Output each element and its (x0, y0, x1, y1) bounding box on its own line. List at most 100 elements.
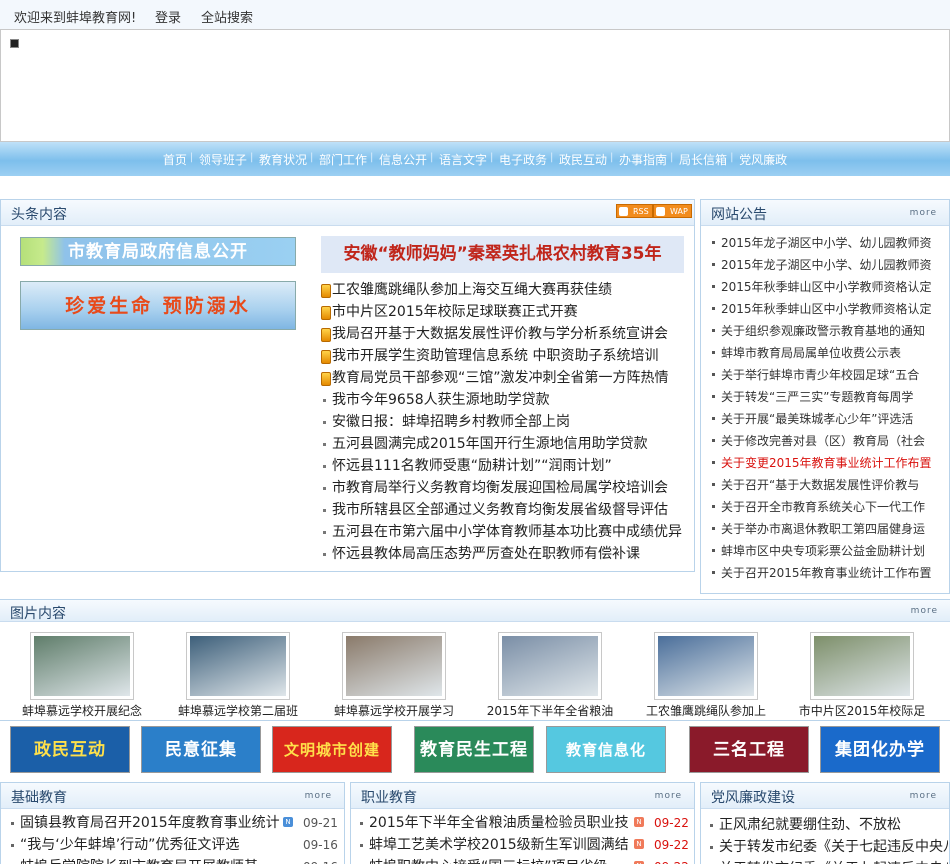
picture-thumbnail[interactable] (654, 632, 758, 700)
notice-item[interactable]: 2015年龙子湖区中小学、幼儿园教师资 (710, 254, 932, 276)
headline-news-item[interactable]: 怀远县教体局高压态势严厉查处在职教师有偿补课 (320, 543, 682, 565)
notice-list: 2015年龙子湖区中小学、幼儿园教师资 2015年龙子湖区中小学、幼儿园教师资 20… (710, 232, 932, 584)
basic-list-item[interactable]: “我与‘少年蚌埠’行动”优秀征文评选 09-16 (9, 834, 339, 856)
nav-item[interactable]: 信息公开 (370, 151, 433, 168)
ad-banner[interactable]: 三名工程 (689, 726, 809, 773)
picture-thumbnail[interactable] (810, 632, 914, 700)
vocational-item-text[interactable]: 2015年下半年全省粮油质量检验员职业技 (369, 812, 631, 834)
ad-banner[interactable]: 教育民生工程 (414, 726, 534, 773)
picture-thumbnail[interactable] (498, 632, 602, 700)
picture-image (658, 636, 754, 696)
party-list-item[interactable]: 正风肃纪就要绷住劲、不放松 (708, 814, 948, 836)
notice-item[interactable]: 2015年秋季蚌山区中小学教师资格认定 (710, 276, 932, 298)
headline-news-item[interactable]: 市教育局举行义务教育均衡发展迎国检局属学校培训会 (320, 477, 682, 499)
rss-icon[interactable]: RSS (616, 204, 653, 218)
nav-item[interactable]: 党风廉政 (730, 151, 793, 168)
vocational-list-item[interactable]: 蚌埠职教中心接受“国三标校”项目省级N09-22 (358, 856, 690, 864)
ad-banner[interactable]: 集团化办学 (820, 726, 940, 773)
vocational-item-date: 09-22 (654, 816, 689, 830)
headline-news-item[interactable]: 我市所辖县区全部通过义务教育均衡发展省级督导评估 (320, 499, 682, 521)
party-list-item[interactable]: 关于转发市纪委《关于七起违反中央八 (708, 858, 948, 864)
vocational-education-header: 职业教育 more (351, 783, 694, 809)
picture-caption[interactable]: 工农雏鹰跳绳队参加上 (626, 702, 786, 719)
gov-info-banner[interactable]: 市教育局政府信息公开 (20, 237, 296, 266)
notice-item[interactable]: 关于修改完善对县（区）教育局（社会 (710, 430, 932, 452)
site-search-link[interactable]: 全站搜索 (201, 7, 253, 26)
basic-item-text[interactable]: 固镇县教育局召开2015年度教育事业统计 (20, 812, 280, 834)
ad-banner[interactable]: 政民互动 (10, 726, 130, 773)
page: { "topbar": { "welcome": "欢迎来到蚌埠教育网!", "… (0, 0, 950, 864)
picture-thumbnail[interactable] (30, 632, 134, 700)
picture-caption[interactable]: 2015年下半年全省粮油 (470, 702, 630, 719)
party-item-text[interactable]: 正风肃纪就要绷住劲、不放松 (719, 817, 901, 833)
notice-item[interactable]: 蚌埠市教育局局属单位收费公示表 (710, 342, 932, 364)
notice-item[interactable]: 关于组织参观廉政警示教育基地的通知 (710, 320, 932, 342)
notice-item[interactable]: 关于召开2015年教育事业统计工作布置 (710, 562, 932, 584)
nav-item[interactable]: 电子政务 (490, 151, 553, 168)
headline-news-item[interactable]: 我局召开基于大数据发展性评价教与学分析系统宣讲会 (320, 323, 682, 345)
vocational-item-text[interactable]: 蚌埠职教中心接受“国三标校”项目省级 (369, 856, 631, 864)
ad-banner[interactable]: 民意征集 (141, 726, 261, 773)
nav-item[interactable]: 语言文字 (430, 151, 493, 168)
nav-item[interactable]: 教育状况 (250, 151, 313, 168)
party-item-text[interactable]: 关于转发市纪委《关于七起违反中央八 (719, 839, 948, 855)
headline-news-item[interactable]: 怀远县111名教师受惠“励耕计划”“润雨计划” (320, 455, 682, 477)
headline-news-item[interactable]: 工农雏鹰跳绳队参加上海交互绳大赛再获佳绩 (320, 279, 682, 301)
notice-item[interactable]: 关于召开“基于大数据发展性评价教与 (710, 474, 932, 496)
basic-item-date: 09-16 (303, 856, 338, 864)
notice-item[interactable]: 关于开展“最美珠城孝心少年”评选活 (710, 408, 932, 430)
notice-item[interactable]: 关于变更2015年教育事业统计工作布置 (710, 452, 932, 474)
basic-list-item[interactable]: 蚌埠兵学院院长到市教育局开展教师基 09-16 (9, 856, 339, 864)
notice-item[interactable]: 关于举行蚌埠市青少年校园足球“五合 (710, 364, 932, 386)
notice-item[interactable]: 关于举办市离退休教职工第四届健身运 (710, 518, 932, 540)
nav-item[interactable]: 领导班子 (190, 151, 253, 168)
vocational-list-item[interactable]: 2015年下半年全省粮油质量检验员职业技 N 09-22 (358, 812, 690, 834)
headline-news-item[interactable]: 安徽日报：蚌埠招聘乡村教师全部上岗 (320, 411, 682, 433)
party-conduct-more-link[interactable]: more (910, 791, 937, 801)
picture-caption[interactable]: 蚌埠慕远学校第二届班 (158, 702, 318, 719)
picture-caption[interactable]: 市中片区2015年校际足 (782, 702, 942, 719)
wap-icon[interactable]: WAP (653, 204, 692, 218)
notice-item[interactable]: 关于转发“三严三实”专题教育每周学 (710, 386, 932, 408)
headline-news-item[interactable]: 市中片区2015年校际足球联赛正式开赛 (320, 301, 682, 323)
top-story-link[interactable]: 安徽“教师妈妈”秦翠英扎根农村教育35年 (321, 236, 684, 273)
party-conduct-list: 正风肃纪就要绷住劲、不放松关于转发市纪委《关于七起违反中央八关于转发市纪委《关于… (708, 814, 948, 864)
basic-education-more-link[interactable]: more (305, 791, 332, 801)
login-link[interactable]: 登录 (155, 7, 181, 26)
picture-image (34, 636, 130, 696)
nav-item[interactable]: 部门工作 (310, 151, 373, 168)
party-list-item[interactable]: 关于转发市纪委《关于七起违反中央八 (708, 836, 948, 858)
picture-caption[interactable]: 蚌埠慕远学校开展纪念 (2, 702, 162, 719)
basic-list-item[interactable]: 固镇县教育局召开2015年度教育事业统计 N 09-21 (9, 812, 339, 834)
welcome-text: 欢迎来到蚌埠教育网! (14, 11, 137, 26)
nav-item[interactable]: 局长信箱 (670, 151, 733, 168)
headline-news-item[interactable]: 五河县在市第六届中小学体育教师基本功比赛中成绩优异 (320, 521, 682, 543)
notice-item[interactable]: 2015年秋季蚌山区中小学教师资格认定 (710, 298, 932, 320)
vocational-item-text[interactable]: 蚌埠工艺美术学校2015级新生军训圆满结 (369, 834, 631, 856)
pictures-panel-header: 图片内容 more (0, 600, 950, 622)
pictures-more-link[interactable]: more (911, 606, 938, 616)
nav-item[interactable]: 办事指南 (610, 151, 673, 168)
vocational-item-date: 09-22 (654, 838, 689, 852)
headline-news-item[interactable]: 教育局党员干部参观“三馆”激发冲刺全省第一方阵热情 (320, 367, 682, 389)
vocational-list-item[interactable]: 蚌埠工艺美术学校2015级新生军训圆满结 N 09-22 (358, 834, 690, 856)
headline-news-item[interactable]: 我市今年9658人获生源地助学贷款 (320, 389, 682, 411)
picture-thumbnail[interactable] (342, 632, 446, 700)
drowning-prevention-banner[interactable]: 珍爱生命 预防溺水 (20, 281, 296, 330)
picture-thumbnail[interactable] (186, 632, 290, 700)
vocational-education-more-link[interactable]: more (655, 791, 682, 801)
ad-banner[interactable]: 文明城市创建 (272, 726, 392, 773)
basic-item-text[interactable]: 蚌埠兵学院院长到市教育局开展教师基 (20, 856, 280, 864)
notice-item[interactable]: 蚌埠市区中央专项彩票公益金励耕计划 (710, 540, 932, 562)
headline-news-item[interactable]: 我市开展学生资助管理信息系统 中职资助子系统培训 (320, 345, 682, 367)
notice-item[interactable]: 关于召开全市教育系统关心下一代工作 (710, 496, 932, 518)
nav-item[interactable]: 政民互动 (550, 151, 613, 168)
notice-more-link[interactable]: more (910, 208, 937, 218)
ad-banner[interactable]: 教育信息化 (546, 726, 666, 773)
basic-item-date: 09-21 (303, 816, 338, 830)
picture-caption[interactable]: 蚌埠慕远学校开展学习 (314, 702, 474, 719)
notice-item[interactable]: 2015年龙子湖区中小学、幼儿园教师资 (710, 232, 932, 254)
nav-item[interactable]: 首页 (157, 151, 193, 168)
headline-news-item[interactable]: 五河县圆满完成2015年国开行生源地信用助学贷款 (320, 433, 682, 455)
basic-item-text[interactable]: “我与‘少年蚌埠’行动”优秀征文评选 (20, 834, 280, 856)
